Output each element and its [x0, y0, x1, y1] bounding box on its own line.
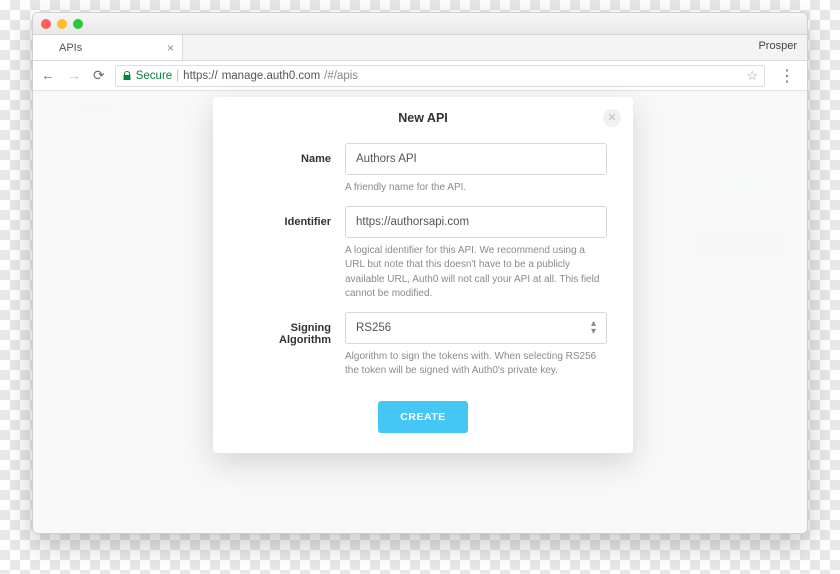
window-close-button[interactable] — [41, 19, 51, 29]
form-row-identifier: Identifier A logical identifier for this… — [213, 196, 633, 302]
window-controls — [41, 19, 83, 29]
url-separator: | — [176, 70, 179, 82]
identifier-help-text: A logical identifier for this API. We re… — [345, 244, 607, 302]
browser-tab[interactable]: APIs × — [33, 35, 183, 60]
url-path: /#/apis — [324, 70, 358, 82]
form-row-algorithm: Signing Algorithm RS256 ▴▾ Algorithm to … — [213, 302, 633, 379]
name-input[interactable] — [345, 143, 607, 175]
address-bar: ← → ⟳ Secure | https:// manage.auth0.com /… — [33, 61, 807, 91]
tab-close-button[interactable]: × — [167, 41, 174, 55]
window-titlebar — [33, 13, 807, 35]
select-chevron-icon: ▴▾ — [591, 320, 596, 336]
secure-label: Secure — [136, 70, 172, 82]
algorithm-label: Signing Algorithm — [239, 312, 331, 379]
browser-menu-button[interactable]: ⋮ — [775, 66, 799, 86]
modal-footer: CREATE — [213, 401, 633, 433]
url-host: manage.auth0.com — [222, 70, 320, 82]
tab-strip: APIs × Prosper — [33, 35, 807, 61]
window-maximize-button[interactable] — [73, 19, 83, 29]
identifier-label: Identifier — [239, 206, 331, 302]
name-label: Name — [239, 143, 331, 196]
modal-header: New API ✕ — [213, 97, 633, 133]
algorithm-select[interactable]: RS256 ▴▾ — [345, 312, 607, 344]
lock-icon — [122, 71, 132, 81]
page-content: Auth0 N — [33, 91, 807, 533]
modal-close-button[interactable]: ✕ — [603, 109, 621, 127]
window-minimize-button[interactable] — [57, 19, 67, 29]
new-api-modal: New API ✕ Name A friendly name for the A… — [213, 97, 633, 453]
browser-window: APIs × Prosper ← → ⟳ Secure | https:// ma… — [32, 12, 808, 534]
url-prefix: https:// — [183, 70, 218, 82]
nav-reload-button[interactable]: ⟳ — [93, 67, 105, 84]
tab-title: APIs — [59, 42, 82, 54]
name-help-text: A friendly name for the API. — [345, 181, 607, 196]
algorithm-value: RS256 — [356, 322, 391, 334]
nav-forward-button[interactable]: → — [67, 67, 81, 84]
profile-label: Prosper — [758, 40, 797, 52]
create-button[interactable]: CREATE — [378, 401, 467, 433]
nav-back-button[interactable]: ← — [41, 67, 55, 84]
form-row-name: Name A friendly name for the API. — [213, 133, 633, 196]
url-input[interactable]: Secure | https:// manage.auth0.com /#/apis… — [115, 65, 765, 87]
auth0-favicon-icon — [41, 42, 53, 54]
modal-title: New API — [213, 111, 633, 125]
algorithm-help-text: Algorithm to sign the tokens with. When … — [345, 350, 607, 379]
bookmark-star-icon[interactable]: ☆ — [746, 68, 758, 84]
identifier-input[interactable] — [345, 206, 607, 238]
